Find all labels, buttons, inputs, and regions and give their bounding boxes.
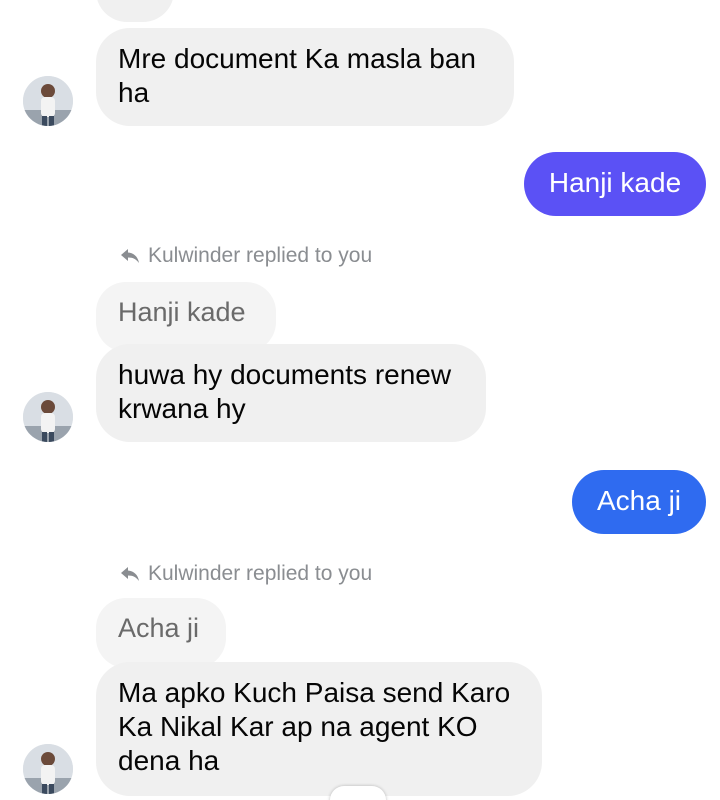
reply-arrow-icon [121,249,139,263]
incoming-message-bubble[interactable]: Ma apko Kuch Paisa send Karo Ka Nikal Ka… [96,662,542,796]
contact-avatar[interactable] [23,392,73,442]
message-thread: Mre document Ka masla ban ha Hanji kade … [0,0,720,800]
outgoing-message-bubble[interactable]: Acha ji [572,470,706,534]
person-icon [23,744,73,794]
contact-avatar[interactable] [23,76,73,126]
reply-arrow-icon [121,567,139,581]
reply-note-text: Kulwinder replied to you [148,244,373,267]
quoted-message-bubble[interactable]: Acha ji [96,598,226,668]
reaction-chip[interactable] [330,786,386,800]
outgoing-message-bubble[interactable]: Hanji kade [524,152,706,216]
contact-avatar[interactable] [23,744,73,794]
person-icon [23,76,73,126]
reply-indicator: Kulwinder replied to you [120,244,372,268]
incoming-message-bubble[interactable]: Mre document Ka masla ban ha [96,28,514,126]
previous-message-bubble[interactable] [96,0,174,22]
quoted-message-bubble[interactable]: Hanji kade [96,282,276,352]
reply-indicator: Kulwinder replied to you [120,562,372,586]
incoming-message-bubble[interactable]: huwa hy documents renew krwana hy [96,344,486,442]
reply-note-text: Kulwinder replied to you [148,562,373,585]
person-icon [23,392,73,442]
